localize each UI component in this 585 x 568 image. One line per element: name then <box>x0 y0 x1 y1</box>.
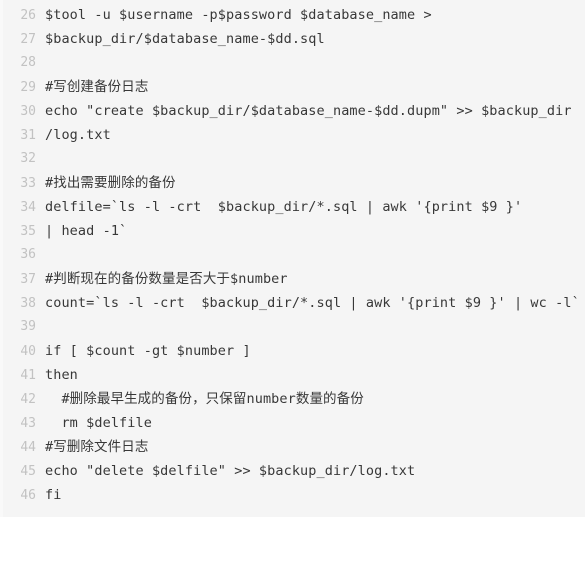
line-number: 26 <box>20 8 36 23</box>
line-content[interactable]: echo "create $backup_dir/$database_name-… <box>45 99 585 123</box>
line-content[interactable]: #判断现在的备份数量是否大于$number <box>45 267 585 291</box>
code-line[interactable]: 38 count=`ls -l -crt $backup_dir/*.sql | … <box>3 291 585 315</box>
line-number: 28 <box>20 55 36 70</box>
line-content[interactable]: #写创建备份日志 <box>45 75 585 99</box>
line-content[interactable]: fi <box>45 483 585 507</box>
line-content[interactable]: count=`ls -l -crt $backup_dir/*.sql | aw… <box>45 291 585 315</box>
line-number: 42 <box>20 392 36 407</box>
line-number: 39 <box>20 319 36 334</box>
code-line[interactable]: 46 fi <box>3 483 585 507</box>
line-number: 27 <box>20 32 36 47</box>
code-block[interactable]: 26 $tool -u $username -p$password $databa… <box>0 0 585 517</box>
code-line[interactable]: 28 <box>3 51 585 75</box>
line-content[interactable]: echo "delete $delfile" >> $backup_dir/lo… <box>45 459 585 483</box>
line-content[interactable]: $tool -u $username -p$password $database… <box>45 3 585 27</box>
line-number: 30 <box>20 104 36 119</box>
code-line[interactable]: 33 #找出需要删除的备份 <box>3 171 585 195</box>
line-content[interactable]: delfile=`ls -l -crt $backup_dir/*.sql | … <box>45 195 585 219</box>
line-number: 38 <box>20 296 36 311</box>
line-content[interactable]: rm $delfile <box>45 411 585 435</box>
code-line[interactable]: 27 $backup_dir/$database_name-$dd.sql <box>3 27 585 51</box>
line-number: 41 <box>20 368 36 383</box>
line-content[interactable]: | head -1` <box>45 219 585 243</box>
code-line[interactable]: 42 #删除最早生成的备份，只保留number数量的备份 <box>3 387 585 411</box>
line-number: 35 <box>20 224 36 239</box>
code-line[interactable]: 35 | head -1` <box>3 219 585 243</box>
code-line[interactable]: 32 <box>3 147 585 171</box>
code-line[interactable]: 34 delfile=`ls -l -crt $backup_dir/*.sql … <box>3 195 585 219</box>
line-number: 43 <box>20 416 36 431</box>
code-line[interactable]: 26 $tool -u $username -p$password $databa… <box>3 3 585 27</box>
line-content[interactable]: /log.txt <box>45 123 585 147</box>
line-content[interactable]: then <box>45 363 585 387</box>
line-content[interactable]: #删除最早生成的备份，只保留number数量的备份 <box>45 387 585 411</box>
line-number: 33 <box>20 176 36 191</box>
code-line[interactable]: 43 rm $delfile <box>3 411 585 435</box>
code-line[interactable]: 44 #写删除文件日志 <box>3 435 585 459</box>
line-number: 45 <box>20 464 36 479</box>
code-line[interactable]: 40 if [ $count -gt $number ] <box>3 339 585 363</box>
line-content[interactable]: #找出需要删除的备份 <box>45 171 585 195</box>
code-line[interactable]: 29 #写创建备份日志 <box>3 75 585 99</box>
line-content[interactable]: #写删除文件日志 <box>45 435 585 459</box>
line-number: 44 <box>20 440 36 455</box>
code-line[interactable]: 41 then <box>3 363 585 387</box>
line-number: 34 <box>20 200 36 215</box>
code-line[interactable]: 36 <box>3 243 585 267</box>
line-number: 46 <box>20 488 36 503</box>
line-number: 31 <box>20 128 36 143</box>
line-number: 29 <box>20 80 36 95</box>
code-line[interactable]: 30 echo "create $backup_dir/$database_nam… <box>3 99 585 123</box>
line-content[interactable]: $backup_dir/$database_name-$dd.sql <box>45 27 585 51</box>
code-line[interactable]: 39 <box>3 315 585 339</box>
code-line[interactable]: 45 echo "delete $delfile" >> $backup_dir/… <box>3 459 585 483</box>
code-line[interactable]: 37 #判断现在的备份数量是否大于$number <box>3 267 585 291</box>
line-content[interactable]: if [ $count -gt $number ] <box>45 339 585 363</box>
code-line[interactable]: 31/log.txt <box>3 123 585 147</box>
line-number: 37 <box>20 272 36 287</box>
line-number: 40 <box>20 344 36 359</box>
line-number: 36 <box>20 247 36 262</box>
line-number: 32 <box>20 151 36 166</box>
